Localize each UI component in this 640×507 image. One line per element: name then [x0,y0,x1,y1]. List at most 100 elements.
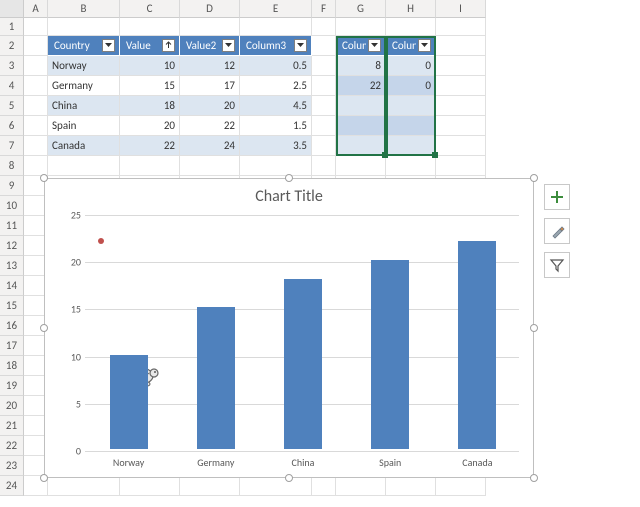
cell-D4[interactable]: 17 [180,76,240,96]
col-header-f[interactable]: F [312,0,336,18]
bar-canada[interactable] [458,241,496,449]
cell-F24[interactable] [312,476,336,496]
row-header-19[interactable]: 19 [0,376,24,396]
row-header-17[interactable]: 17 [0,336,24,356]
cell-F8[interactable] [312,156,336,176]
chart-elements-button[interactable] [544,184,570,210]
cell-H3[interactable]: 0 [386,56,436,76]
chart-styles-button[interactable] [544,218,570,244]
cell-F3[interactable] [312,56,336,76]
cell-B3[interactable]: Norway [48,56,120,76]
cell-D8[interactable] [180,156,240,176]
bar-germany[interactable] [197,307,235,449]
cell-H4[interactable]: 0 [386,76,436,96]
col-header-e[interactable]: E [240,0,312,18]
cell-I7[interactable] [436,136,486,156]
cell-H5[interactable] [386,96,436,116]
chart-plot-area[interactable]: 0510152025NorwayGermanyChinaSpainCanada [85,215,519,449]
cell-E6[interactable]: 1.5 [240,116,312,136]
cell-I4[interactable] [436,76,486,96]
row-header-1[interactable]: 1 [0,18,24,36]
cell-E5[interactable]: 4.5 [240,96,312,116]
row-header-12[interactable]: 12 [0,236,24,256]
cell-H1[interactable] [386,18,436,36]
cell-G6[interactable] [336,116,386,136]
filter-dropdown-icon[interactable] [368,39,381,52]
row-header-7[interactable]: 7 [0,136,24,156]
cell-B24[interactable] [48,476,120,496]
cell-D5[interactable]: 20 [180,96,240,116]
chart-handle-ne[interactable] [530,174,538,182]
row-header-2[interactable]: 2 [0,36,24,56]
row-header-22[interactable]: 22 [0,436,24,456]
col-header-a[interactable]: A [24,0,48,18]
cell-B1[interactable] [48,18,120,36]
filter-dropdown-icon[interactable] [222,39,235,52]
cell-F6[interactable] [312,116,336,136]
chart-handle-e[interactable] [530,324,538,332]
chart-handle-nw[interactable] [40,174,48,182]
table-header-value2[interactable]: Value2 [180,36,240,56]
cell-B6[interactable]: Spain [48,116,120,136]
col-header-h[interactable]: H [386,0,436,18]
cell-A3[interactable] [24,56,48,76]
row-header-20[interactable]: 20 [0,396,24,416]
cell-F1[interactable] [312,18,336,36]
row-header-16[interactable]: 16 [0,316,24,336]
row-header-15[interactable]: 15 [0,296,24,316]
cell-A8[interactable] [24,156,48,176]
bar-spain[interactable] [371,260,409,449]
row-header-24[interactable]: 24 [0,476,24,496]
cell-G5[interactable] [336,96,386,116]
scatter-point[interactable] [98,238,104,244]
cell-G1[interactable] [336,18,386,36]
table-header-column3[interactable]: Column3 [240,36,312,56]
bar-china[interactable] [284,279,322,449]
cell-I3[interactable] [436,56,486,76]
chart-handle-s[interactable] [285,474,293,482]
cell-A1[interactable] [24,18,48,36]
chart-container[interactable]: Chart Title 0510152025NorwayGermanyChina… [44,178,534,478]
cell-D6[interactable]: 22 [180,116,240,136]
cell-I24[interactable] [436,476,486,496]
table-header-column4[interactable]: Colum [336,36,386,56]
cell-A4[interactable] [24,76,48,96]
cell-C8[interactable] [120,156,180,176]
cell-I6[interactable] [436,116,486,136]
cell-H7[interactable] [386,136,436,156]
cell-A5[interactable] [24,96,48,116]
cell-E4[interactable]: 2.5 [240,76,312,96]
chart-handle-sw[interactable] [40,474,48,482]
col-header-i[interactable]: I [436,0,486,18]
row-header-9[interactable]: 9 [0,176,24,196]
row-header-6[interactable]: 6 [0,116,24,136]
cell-E24[interactable] [240,476,312,496]
select-all-corner[interactable] [0,0,24,18]
chart-handle-n[interactable] [285,174,293,182]
cell-C5[interactable]: 18 [120,96,180,116]
row-header-10[interactable]: 10 [0,196,24,216]
row-header-11[interactable]: 11 [0,216,24,236]
row-header-5[interactable]: 5 [0,96,24,116]
chart-filters-button[interactable] [544,252,570,278]
cell-A2[interactable] [24,36,48,56]
cell-E8[interactable] [240,156,312,176]
sort-asc-icon[interactable] [162,39,175,52]
row-header-8[interactable]: 8 [0,156,24,176]
row-header-18[interactable]: 18 [0,356,24,376]
cell-F5[interactable] [312,96,336,116]
cell-C3[interactable]: 10 [120,56,180,76]
cell-G24[interactable] [336,476,386,496]
cell-A7[interactable] [24,136,48,156]
col-header-g[interactable]: G [336,0,386,18]
chart-handle-w[interactable] [40,324,48,332]
cell-B5[interactable]: China [48,96,120,116]
cell-B7[interactable]: Canada [48,136,120,156]
row-header-13[interactable]: 13 [0,256,24,276]
row-header-21[interactable]: 21 [0,416,24,436]
cell-I2[interactable] [436,36,486,56]
cell-H6[interactable] [386,116,436,136]
cell-F7[interactable] [312,136,336,156]
cell-G8[interactable] [336,156,386,176]
cell-F4[interactable] [312,76,336,96]
